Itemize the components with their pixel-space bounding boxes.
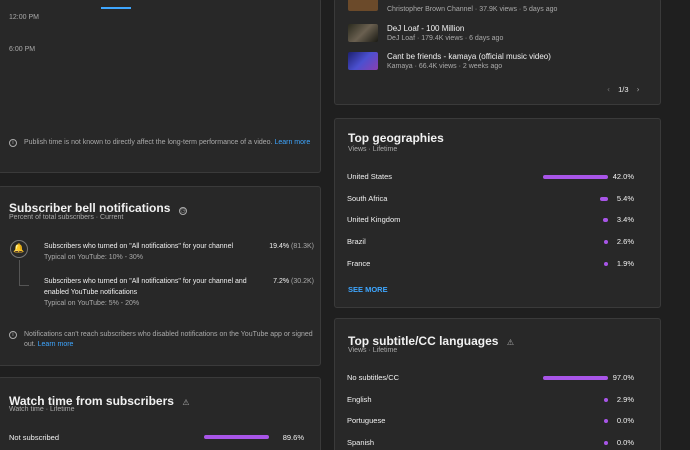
geo-row-bar xyxy=(604,262,608,266)
geo-row-bar xyxy=(604,240,608,244)
clock-icon[interactable]: ◷ xyxy=(178,207,187,215)
time-label-evening: 6:00 PM xyxy=(9,46,36,53)
heatmap-note-text: Publish time is not known to directly af… xyxy=(24,139,273,146)
subs-row-value: 0.0% xyxy=(616,416,634,425)
watch-row-label: Not subscribed xyxy=(9,433,60,442)
bell-item-stat: 19.4% (81.3K) xyxy=(269,241,314,252)
watch-row-bar xyxy=(204,435,269,439)
top-geographies-card: Top geographies Views · Lifetime United … xyxy=(334,118,661,308)
bell-item-text: Subscribers who turned on "All notificat… xyxy=(44,243,234,250)
video-title[interactable]: DeJ Loaf - 100 Million xyxy=(387,24,464,33)
geo-row: Brazil 2.6% xyxy=(347,235,648,249)
time-label-noon: 12:00 PM xyxy=(9,14,39,21)
watch-row: Not subscribed 89.6% xyxy=(9,432,314,444)
geo-row: United Kingdom 3.4% xyxy=(347,213,648,227)
subtitle-languages-card: Top subtitle/CC languages ⚠ Views · Life… xyxy=(334,318,661,450)
chevron-right-icon[interactable]: › xyxy=(637,85,640,94)
see-more-button[interactable]: SEE MORE xyxy=(348,285,388,294)
subs-row-value: 97.0% xyxy=(612,373,634,382)
pager: ‹ 1/3 › xyxy=(607,85,640,94)
video-item[interactable]: Cant be friends - kamaya (official music… xyxy=(348,52,648,72)
subs-row: Spanish 0.0% xyxy=(347,436,648,450)
subs-row-label: Portuguese xyxy=(347,416,386,425)
video-meta: Kamaya · 66.4K views · 2 weeks ago xyxy=(387,63,503,70)
info-icon: i xyxy=(9,139,17,147)
geo-row-label: Brazil xyxy=(347,237,366,246)
top-videos-card: Christopher Brown Channel · 37.9K views … xyxy=(334,0,661,105)
pager-label: 1/3 xyxy=(618,85,629,94)
subs-row: Portuguese 0.0% xyxy=(347,414,648,428)
subs-row-label: English xyxy=(347,395,372,404)
publish-time-card: 12:00 PM 6:00 PM i Publish time is not k… xyxy=(0,0,321,173)
geo-title: Top geographies xyxy=(348,131,444,145)
video-title[interactable]: Cant be friends - kamaya (official music… xyxy=(387,52,551,61)
video-thumbnail[interactable] xyxy=(348,24,378,42)
bell-item-2: Subscribers who turned on "All notificat… xyxy=(44,276,314,309)
watch-time-card: Watch time from subscribers ⚠ Watch time… xyxy=(0,377,321,450)
bell-item-count: (81.3K) xyxy=(291,243,314,250)
subs-row-bar xyxy=(543,376,608,380)
subs-row-bar xyxy=(604,398,608,402)
watch-subtitle: Watch time · Lifetime xyxy=(9,406,75,413)
subs-row-label: No subtitles/CC xyxy=(347,373,400,382)
geo-row-bar xyxy=(600,197,608,201)
bell-item-stat: 7.2% (30.2K) xyxy=(273,276,314,287)
video-thumbnail[interactable] xyxy=(348,52,378,70)
subs-row-bar xyxy=(604,419,608,423)
geo-row-bar xyxy=(543,175,608,179)
geo-row-value: 3.4% xyxy=(616,215,634,224)
bell-item-percent: 7.2% xyxy=(273,278,290,285)
video-item[interactable]: DeJ Loaf - 100 Million DeJ Loaf · 179.4K… xyxy=(348,24,648,44)
bell-subtitle: Percent of total subscribers · Current xyxy=(9,214,124,221)
bell-item-percent: 19.4% xyxy=(269,243,290,250)
bell-note: i Notifications can't reach subscribers … xyxy=(9,330,314,350)
geo-row: South Africa 5.4% xyxy=(347,192,648,206)
bell-item-typical: Typical on YouTube: 10% - 30% xyxy=(44,254,143,261)
subs-row: English 2.9% xyxy=(347,393,648,407)
warning-icon[interactable]: ⚠ xyxy=(182,398,189,407)
bell-notifications-card: Subscriber bell notifications ◷ Percent … xyxy=(0,186,321,366)
subs-row-value: 2.9% xyxy=(616,395,634,404)
geo-row-bar xyxy=(603,218,608,222)
bell-title: Subscriber bell notifications xyxy=(9,201,171,215)
geo-row: France 1.9% xyxy=(347,257,648,271)
learn-more-link[interactable]: Learn more xyxy=(274,139,310,146)
video-meta: DeJ Loaf · 179.4K views · 6 days ago xyxy=(387,35,504,42)
subs-subtitle: Views · Lifetime xyxy=(348,347,398,354)
geo-row-value: 2.6% xyxy=(616,237,634,246)
geo-subtitle: Views · Lifetime xyxy=(348,146,398,153)
geo-row-value: 42.0% xyxy=(612,172,634,181)
watch-row-value: 89.6% xyxy=(282,433,304,442)
subs-title: Top subtitle/CC languages xyxy=(348,334,499,348)
geo-row-label: South Africa xyxy=(347,194,388,203)
subs-row-label: Spanish xyxy=(347,438,375,447)
tab-indicator xyxy=(101,7,131,9)
tree-line xyxy=(19,260,29,286)
chevron-left-icon[interactable]: ‹ xyxy=(607,85,610,94)
info-icon: i xyxy=(9,331,17,339)
geo-row-label: United Kingdom xyxy=(347,215,401,224)
video-item[interactable]: Christopher Brown Channel · 37.9K views … xyxy=(348,0,648,15)
bell-item-1: Subscribers who turned on "All notificat… xyxy=(44,241,314,263)
geo-row: United States 42.0% xyxy=(347,170,648,184)
warning-icon[interactable]: ⚠ xyxy=(507,338,514,347)
subs-row: No subtitles/CC 97.0% xyxy=(347,371,648,385)
heatmap-note: i Publish time is not known to directly … xyxy=(9,138,314,148)
subs-row-bar xyxy=(604,441,608,445)
bell-icon: 🔔 xyxy=(10,240,28,258)
bell-item-count: (30.2K) xyxy=(291,278,314,285)
learn-more-link[interactable]: Learn more xyxy=(38,341,74,348)
geo-row-label: France xyxy=(347,259,371,268)
video-thumbnail[interactable] xyxy=(348,0,378,11)
video-meta: Christopher Brown Channel · 37.9K views … xyxy=(387,6,558,13)
subs-row-value: 0.0% xyxy=(616,438,634,447)
bell-item-typical: Typical on YouTube: 5% - 20% xyxy=(44,300,140,307)
geo-row-value: 1.9% xyxy=(616,259,634,268)
geo-row-value: 5.4% xyxy=(616,194,634,203)
bell-item-text: Subscribers who turned on "All notificat… xyxy=(44,278,247,296)
geo-row-label: United States xyxy=(347,172,393,181)
